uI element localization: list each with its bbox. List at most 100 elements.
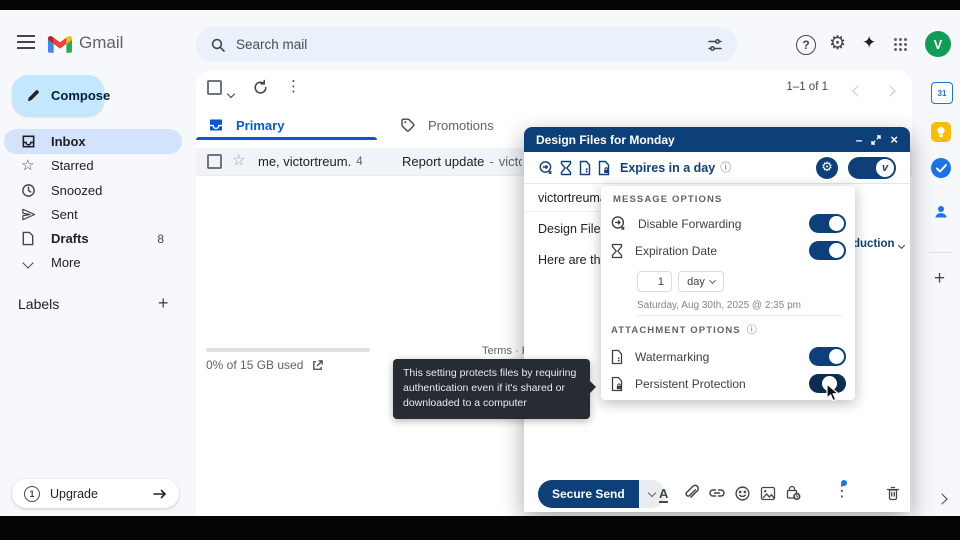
gemini-button[interactable]: ✦ xyxy=(862,35,876,52)
discard-draft-button[interactable] xyxy=(886,485,900,501)
search-options-icon[interactable] xyxy=(707,37,723,53)
tooltip-arrow xyxy=(590,381,596,393)
help-button[interactable]: ? xyxy=(796,35,816,55)
expiration-date-toggle[interactable] xyxy=(809,241,846,260)
settings-button[interactable]: ⚙ xyxy=(829,34,846,53)
sidebar-item-label: Starred xyxy=(51,158,94,173)
attach-file-button[interactable] xyxy=(682,484,699,501)
add-addon-button[interactable]: + xyxy=(934,268,945,290)
sidebar-item-snoozed[interactable]: Snoozed xyxy=(4,178,182,203)
compose-button[interactable]: Compose xyxy=(12,75,110,116)
email-star-button[interactable]: ☆ xyxy=(232,153,245,168)
storage-info: 0% of 15 GB used xyxy=(206,358,324,372)
sidebar-item-inbox[interactable]: Inbox xyxy=(4,129,182,154)
sidebar-item-sent[interactable]: Sent xyxy=(4,202,182,227)
minimize-icon[interactable]: – xyxy=(856,133,863,147)
email-senders[interactable]: me, victortreum. 4 xyxy=(258,148,363,175)
expiry-datetime: Saturday, Aug 30th, 2025 @ 2:35 pm xyxy=(637,300,801,311)
insert-link-button[interactable] xyxy=(708,486,726,500)
option-row-persistent-protection: Persistent Protection xyxy=(610,374,846,393)
tasks-icon[interactable] xyxy=(931,158,951,178)
option-label: Watermarking xyxy=(635,349,710,364)
protected-file-icon[interactable] xyxy=(597,160,611,176)
sidebar-item-label: Inbox xyxy=(51,134,86,149)
watermark-file-icon xyxy=(610,349,624,365)
popout-icon[interactable] xyxy=(871,134,882,145)
virtru-settings-button[interactable]: ⚙ xyxy=(816,156,838,179)
main-menu-button[interactable] xyxy=(14,32,38,52)
sidebar-item-more[interactable]: More xyxy=(4,250,182,275)
sidebar-item-label: More xyxy=(51,255,81,270)
sidebar-item-drafts[interactable]: Drafts 8 xyxy=(4,226,182,251)
virtru-toolbar: Expires in a day ⓘ ⚙ v xyxy=(524,152,910,184)
draft-icon xyxy=(21,231,37,246)
tooltip-text: This setting protects files by requiring… xyxy=(403,367,577,410)
apps-grid-icon xyxy=(893,37,908,52)
open-in-new-icon[interactable] xyxy=(311,359,324,372)
tab-label: Primary xyxy=(236,117,285,133)
search-input[interactable]: Search mail xyxy=(236,37,307,52)
search-icon[interactable] xyxy=(210,37,226,53)
inbox-icon xyxy=(21,134,37,149)
gmail-app: Gmail Search mail ? ⚙ ✦ V Compose Inbox xyxy=(0,0,960,540)
sidebar-item-label: Sent xyxy=(51,207,78,222)
star-icon: ☆ xyxy=(232,151,246,169)
body-text[interactable]: Here are the fil xyxy=(538,253,602,267)
recipient-field[interactable]: victortreumar xyxy=(538,191,608,205)
expiry-value-input[interactable]: 1 xyxy=(637,271,672,292)
search-bar[interactable]: Search mail xyxy=(196,27,737,62)
arrow-right-icon xyxy=(153,488,167,500)
newer-page-button[interactable] xyxy=(852,82,864,100)
secure-send-button[interactable]: Secure Send xyxy=(538,480,639,508)
compose-titlebar[interactable]: Design Files for Monday – × xyxy=(524,127,910,152)
add-label-button[interactable]: + xyxy=(158,293,169,314)
clipped-dropdown-label: duction xyxy=(853,238,895,250)
tab-primary[interactable]: Primary xyxy=(196,110,377,140)
sidebar-item-starred[interactable]: ☆ Starred xyxy=(4,153,182,178)
email-row-checkbox[interactable] xyxy=(207,154,222,169)
letterbox-bottom xyxy=(0,516,960,540)
email-thread-count: 4 xyxy=(356,155,363,168)
older-page-button[interactable] xyxy=(884,82,896,100)
watermarking-toggle[interactable] xyxy=(809,347,846,366)
expiry-value: 1 xyxy=(657,275,664,288)
select-dropdown-icon[interactable] xyxy=(226,84,236,102)
apps-button[interactable] xyxy=(893,37,908,52)
confidential-mode-button[interactable] xyxy=(785,484,801,501)
gear-icon: ⚙ xyxy=(821,160,833,175)
letterbox-top xyxy=(0,0,960,10)
upgrade-button[interactable]: 1 Upgrade xyxy=(12,479,179,508)
more-options-button[interactable]: ⋮ xyxy=(286,79,301,94)
email-subject: Report update xyxy=(402,154,485,169)
attachment-options-title: ATTACHMENT OPTIONS xyxy=(611,325,741,336)
hourglass-icon xyxy=(610,243,624,259)
virtru-master-toggle[interactable]: v xyxy=(848,156,896,179)
expiry-unit-select[interactable]: day xyxy=(678,271,724,292)
info-icon: ⓘ xyxy=(746,324,757,336)
hamburger-icon xyxy=(17,35,35,37)
subject-field[interactable]: Design Files f xyxy=(538,222,600,236)
insert-emoji-button[interactable] xyxy=(734,485,751,502)
disable-forwarding-toggle[interactable] xyxy=(809,214,846,233)
email-subject-snippet[interactable]: Report update - victortreu xyxy=(402,148,522,175)
select-all-checkbox[interactable] xyxy=(207,80,222,95)
expiration-icon[interactable] xyxy=(559,160,573,176)
disable-forwarding-icon[interactable] xyxy=(538,160,554,176)
watermark-file-icon[interactable] xyxy=(578,160,592,176)
contacts-icon[interactable] xyxy=(931,202,951,222)
formatting-button[interactable]: A xyxy=(659,486,669,504)
tag-icon xyxy=(400,117,416,133)
expires-summary[interactable]: Expires in a day ⓘ xyxy=(620,161,731,175)
gmail-logo: Gmail xyxy=(48,33,123,53)
refresh-button[interactable] xyxy=(252,79,269,96)
separator: - xyxy=(489,154,494,169)
calendar-icon[interactable]: 31 xyxy=(931,82,953,104)
email-senders-text: me, victortreum. xyxy=(258,154,352,169)
option-row-expiration-date: Expiration Date xyxy=(610,241,846,260)
collapse-rail-button[interactable] xyxy=(936,490,948,508)
avatar[interactable]: V xyxy=(925,31,951,57)
insert-image-button[interactable] xyxy=(760,486,776,501)
clipped-dropdown[interactable]: duction xyxy=(853,235,905,253)
close-icon[interactable]: × xyxy=(890,132,898,147)
keep-icon[interactable] xyxy=(931,122,951,142)
